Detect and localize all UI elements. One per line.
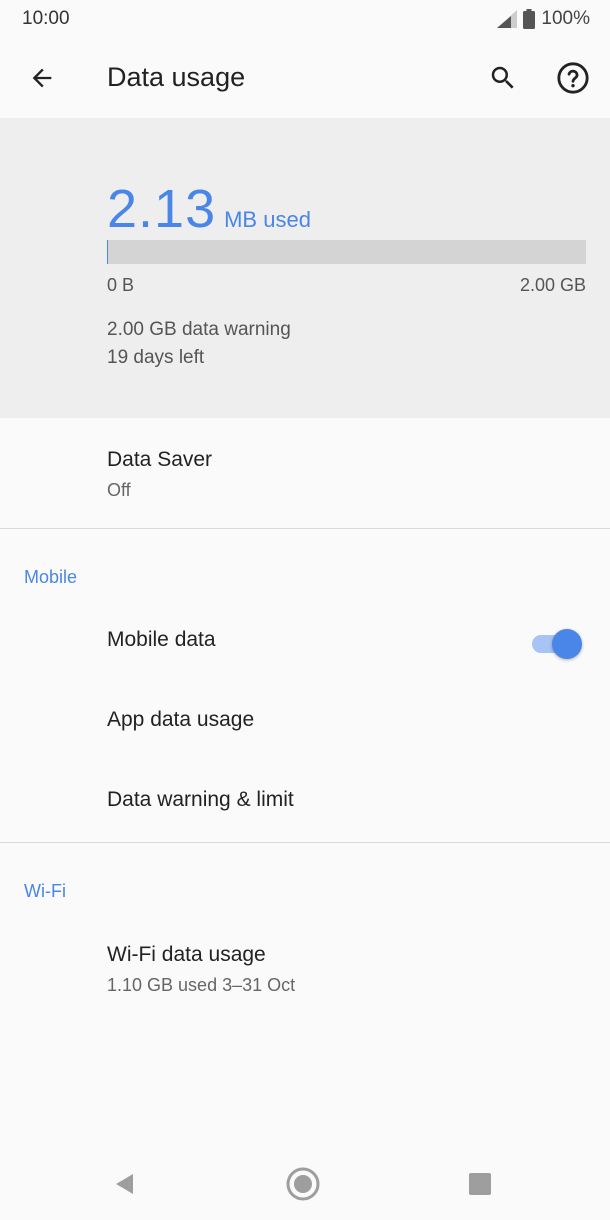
battery-icon: [523, 9, 536, 29]
nav-recents-icon: [469, 1172, 491, 1200]
mobile-data-item[interactable]: Mobile data: [0, 602, 610, 682]
wifi-usage-detail: 1.10 GB used 3–31 Oct: [107, 975, 296, 995]
system-nav-bar: [0, 1148, 610, 1220]
days-left-text: 19 days left: [107, 347, 205, 368]
nav-recents-button[interactable]: [460, 1166, 500, 1206]
bar-min-label: 0 B: [107, 275, 135, 295]
search-button[interactable]: [482, 59, 524, 101]
toggle-thumb: [552, 629, 582, 659]
usage-total: 2.13 MB used: [107, 178, 311, 240]
data-warning-limit-label: Data warning & limit: [107, 788, 294, 811]
wifi-section-header: Wi-Fi: [24, 881, 66, 901]
data-warning-text: 2.00 GB data warning: [107, 319, 291, 340]
mobile-data-toggle[interactable]: [530, 628, 584, 659]
usage-unit: MB used: [224, 207, 311, 232]
mobile-data-label: Mobile data: [107, 628, 216, 651]
usage-progress-bar: [107, 240, 586, 264]
data-warning-limit-item[interactable]: Data warning & limit: [0, 762, 610, 842]
data-saver-status: Off: [107, 480, 131, 500]
app-data-usage-label: App data usage: [107, 708, 255, 731]
wifi-data-usage-item[interactable]: Wi-Fi data usage 1.10 GB used 3–31 Oct: [0, 925, 610, 1025]
search-icon: [488, 63, 518, 98]
status-bar: 10:00 100%: [0, 0, 610, 40]
divider: [0, 528, 610, 529]
battery-percent: 100%: [541, 8, 590, 29]
divider: [0, 842, 610, 843]
nav-back-icon: [113, 1172, 137, 1201]
status-time: 10:00: [22, 8, 70, 29]
help-icon: [556, 61, 590, 100]
mobile-section-header: Mobile: [24, 567, 78, 587]
app-data-usage-item[interactable]: App data usage: [0, 682, 610, 762]
nav-home-button[interactable]: [283, 1166, 323, 1206]
status-icons: 100%: [497, 8, 590, 30]
cellular-signal-icon: [497, 10, 518, 28]
app-bar: Data usage: [0, 40, 610, 118]
data-saver-title: Data Saver: [107, 448, 213, 471]
usage-amount: 2.13: [107, 179, 217, 239]
nav-back-button[interactable]: [105, 1166, 145, 1206]
bar-max-label: 2.00 GB: [519, 275, 586, 295]
data-saver-item[interactable]: Data Saver Off: [0, 418, 610, 528]
back-arrow-icon: [28, 64, 56, 97]
wifi-usage-title: Wi-Fi data usage: [107, 943, 266, 966]
usage-summary: 2.13 MB used 0 B 2.00 GB 2.00 GB data wa…: [0, 118, 610, 418]
help-button[interactable]: [552, 59, 594, 101]
nav-home-icon: [285, 1166, 321, 1207]
back-button[interactable]: [22, 60, 62, 100]
page-title: Data usage: [107, 62, 246, 92]
